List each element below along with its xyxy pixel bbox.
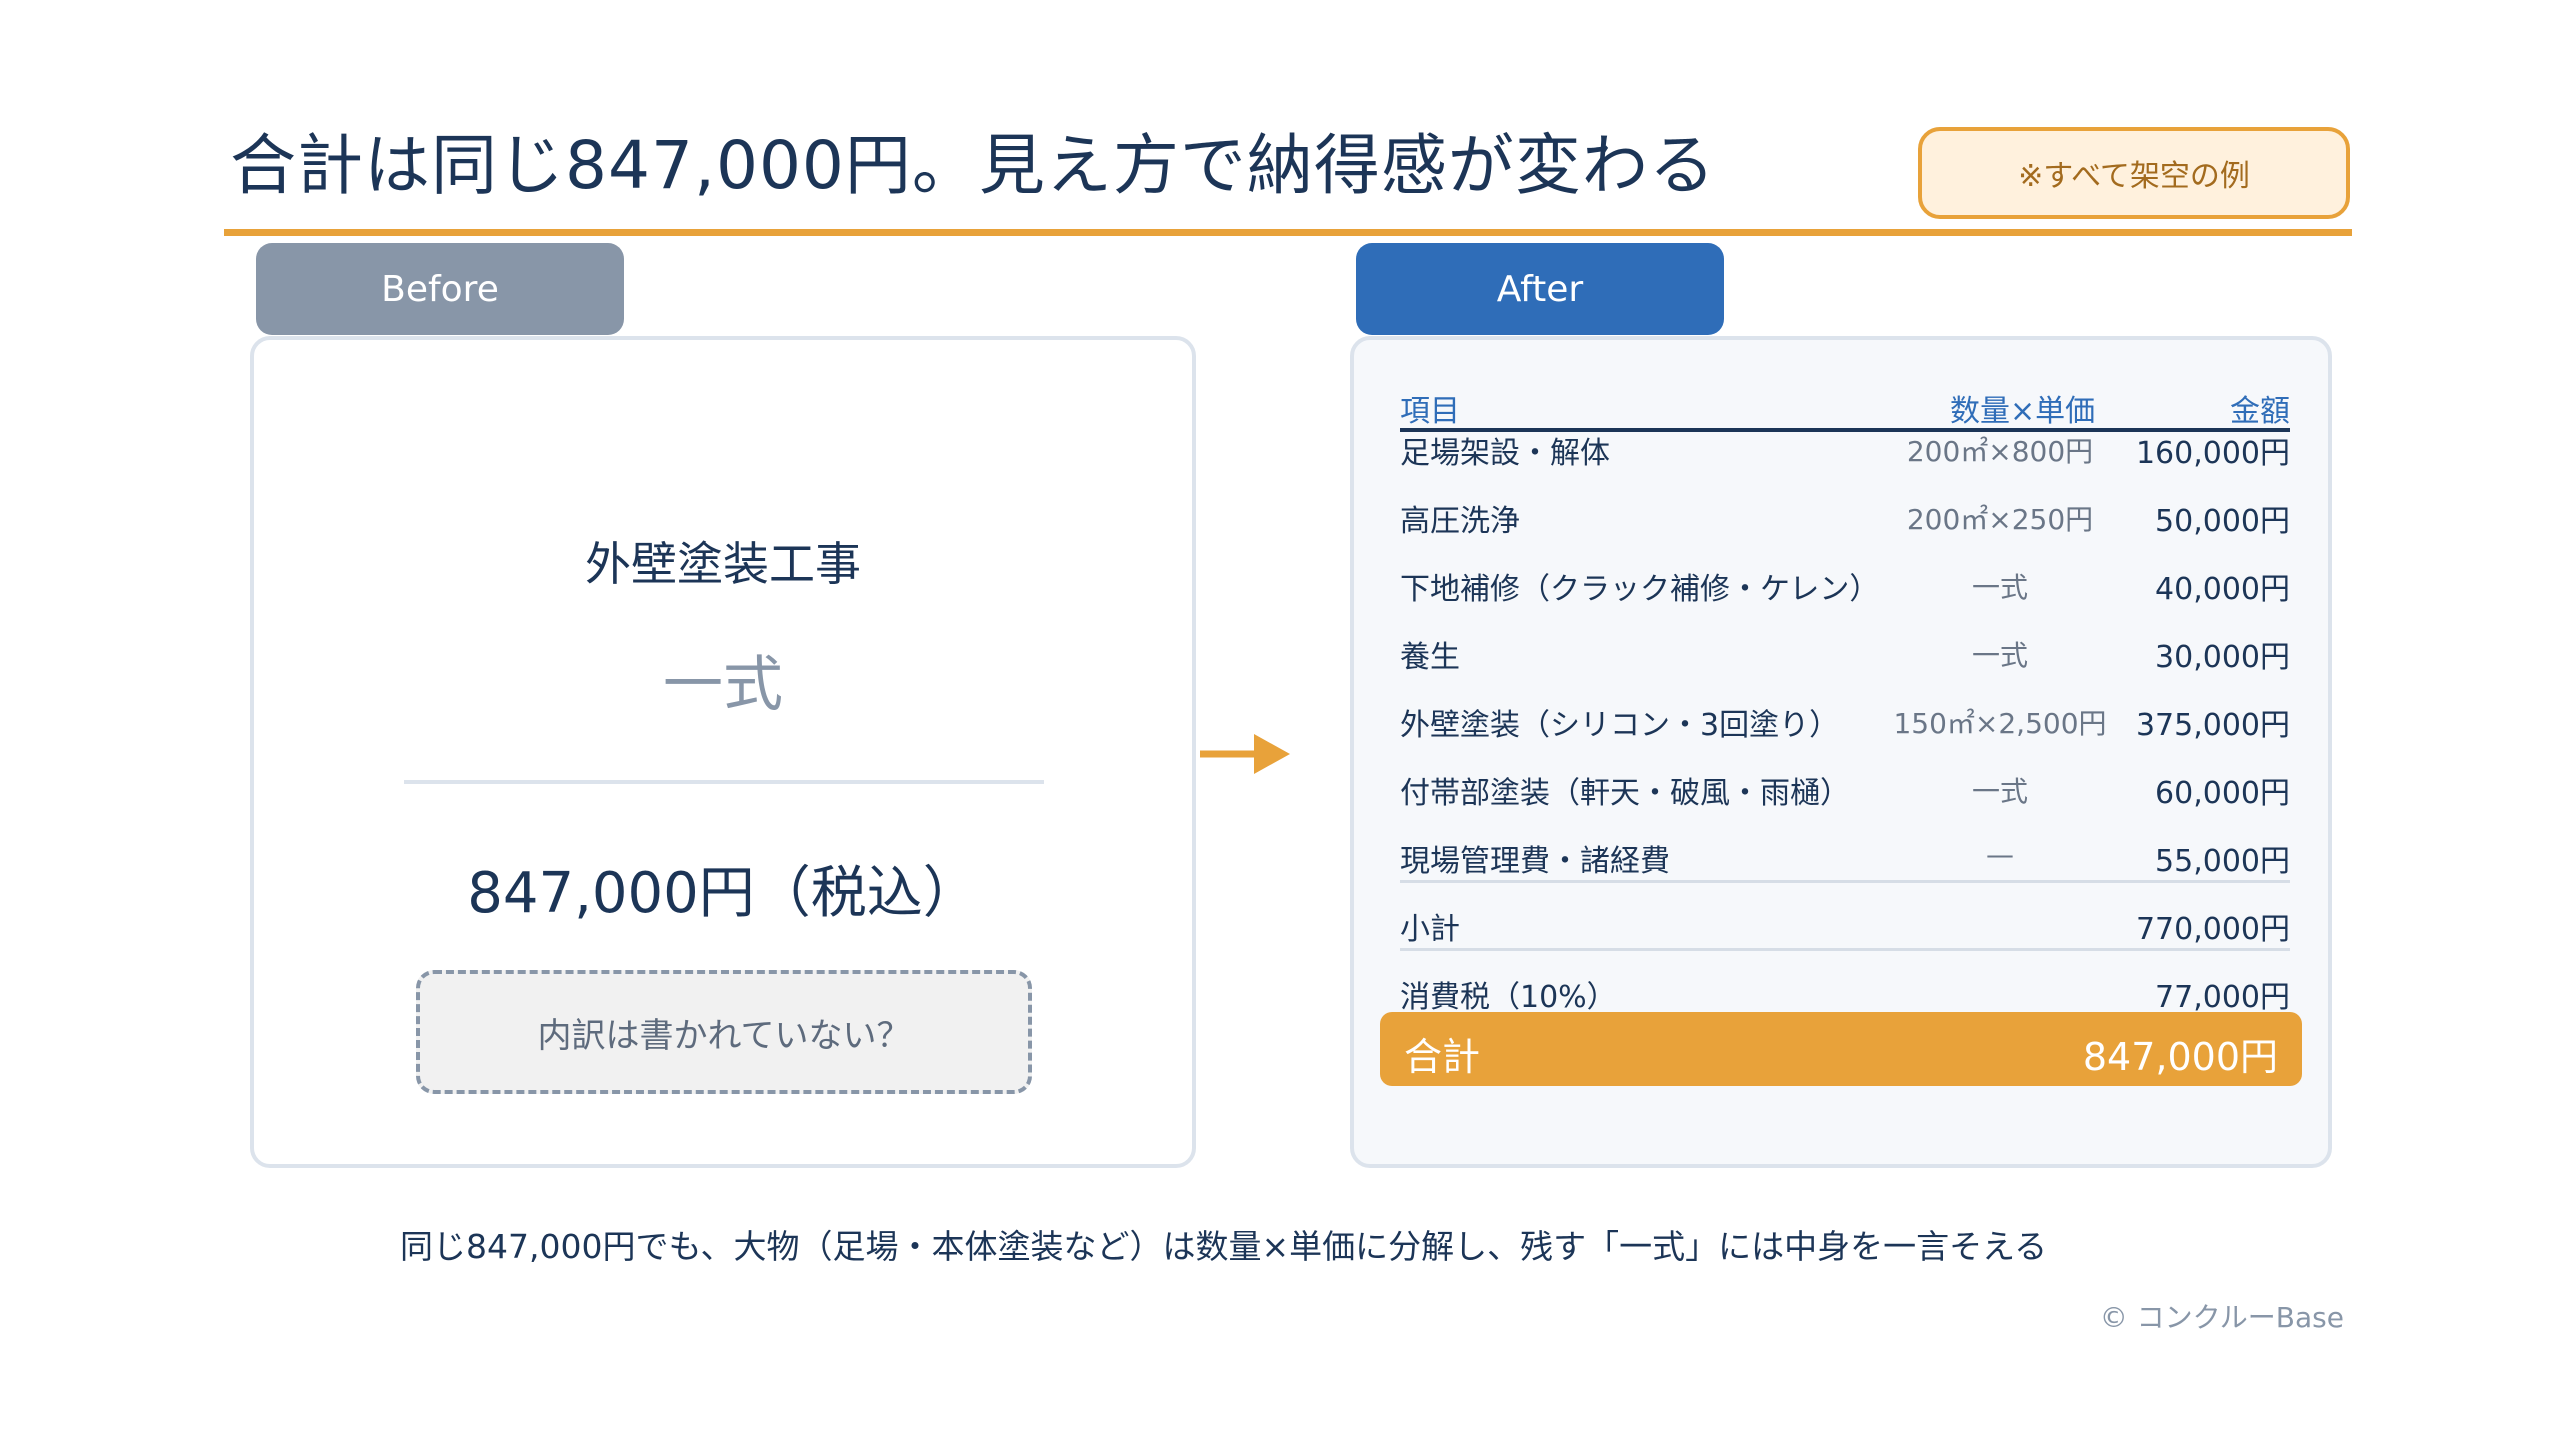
table-row: 現場管理費・諸経費 — 55,000円 [1400, 836, 2300, 884]
row-qty-price: 一式 [1971, 639, 2028, 672]
table-row: 養生 一式 30,000円 [1400, 632, 2300, 680]
summary-caption: 同じ847,000円でも、大物（足場・本体塗装など）は数量×単価に分解し、残す「… [400, 1227, 2048, 1266]
column-header-qty-price: 数量×単価 [1950, 394, 2096, 429]
row-amount: 40,000円 [2155, 572, 2290, 607]
fictional-example-badge: ※すべて架空の例 [1918, 127, 2350, 219]
copyright: © コンクルーBase [2099, 1301, 2344, 1334]
before-question-box: 内訳は書かれていない？ [416, 970, 1032, 1094]
tax-amount: 77,000円 [2155, 980, 2290, 1015]
tax-divider [1400, 948, 2290, 951]
row-amount: 50,000円 [2155, 504, 2290, 539]
before-work-name: 外壁塗装工事 [585, 537, 861, 591]
row-qty-price: 200㎡×800円 [1906, 435, 2094, 468]
subtotal-divider [1400, 880, 2290, 883]
after-tab: After [1356, 243, 1724, 335]
row-qty-price: — [1986, 838, 2014, 871]
row-qty-price: 一式 [1971, 571, 2028, 604]
table-row: 付帯部塗装（軒天・破風・雨樋） 一式 60,000円 [1400, 768, 2300, 816]
row-item: 下地補修（クラック補修・ケレン） [1400, 572, 1880, 607]
table-row: 下地補修（クラック補修・ケレン） 一式 40,000円 [1400, 564, 2300, 612]
before-lump-sum: 一式 [663, 650, 783, 720]
before-panel: 外壁塗装工事 一式 847,000円（税込） 内訳は書かれていない？ [250, 336, 1196, 1168]
row-amount: 55,000円 [2155, 844, 2290, 879]
subtotal-row: 小計 770,000円 [1400, 904, 2300, 952]
table-row: 外壁塗装（シリコン・3回塗り） 150㎡×2,500円 375,000円 [1400, 700, 2300, 748]
before-total: 847,000円（税込） [467, 861, 979, 926]
total-bar: 合計 847,000円 [1380, 1012, 2302, 1086]
subtotal-label: 小計 [1400, 912, 1460, 947]
row-item: 高圧洗浄 [1400, 504, 1520, 539]
row-amount: 30,000円 [2155, 640, 2290, 675]
subtotal-amount: 770,000円 [2135, 912, 2290, 947]
row-item: 外壁塗装（シリコン・3回塗り） [1400, 708, 1840, 743]
before-divider [404, 780, 1044, 784]
column-header-amount: 金額 [2230, 394, 2290, 429]
after-panel: 項目 数量×単価 金額 足場架設・解体 200㎡×800円 160,000円 高… [1350, 336, 2332, 1168]
row-item: 付帯部塗装（軒天・破風・雨樋） [1400, 776, 1850, 811]
right-arrow-icon [1200, 734, 1290, 774]
title-underline [224, 229, 2352, 236]
before-tab: Before [256, 243, 624, 335]
total-amount: 847,000円 [2082, 1035, 2278, 1079]
row-item: 足場架設・解体 [1400, 436, 1610, 471]
page-title: 合計は同じ847,000円。見え方で納得感が変わる [230, 127, 1716, 204]
row-item: 現場管理費・諸経費 [1400, 844, 1670, 879]
total-label: 合計 [1404, 1035, 1481, 1079]
row-qty-price: 200㎡×250円 [1906, 503, 2094, 536]
table-row: 高圧洗浄 200㎡×250円 50,000円 [1400, 496, 2300, 544]
row-qty-price: 150㎡×2,500円 [1893, 707, 2107, 740]
column-header-item: 項目 [1400, 394, 1460, 429]
table-header: 項目 数量×単価 金額 [1400, 386, 2300, 434]
tax-label: 消費税（10%） [1400, 980, 1617, 1015]
row-qty-price: 一式 [1971, 775, 2028, 808]
row-item: 養生 [1400, 640, 1460, 675]
row-amount: 60,000円 [2155, 776, 2290, 811]
row-amount: 160,000円 [2135, 436, 2290, 471]
row-amount: 375,000円 [2135, 708, 2290, 743]
table-row: 足場架設・解体 200㎡×800円 160,000円 [1400, 428, 2300, 476]
